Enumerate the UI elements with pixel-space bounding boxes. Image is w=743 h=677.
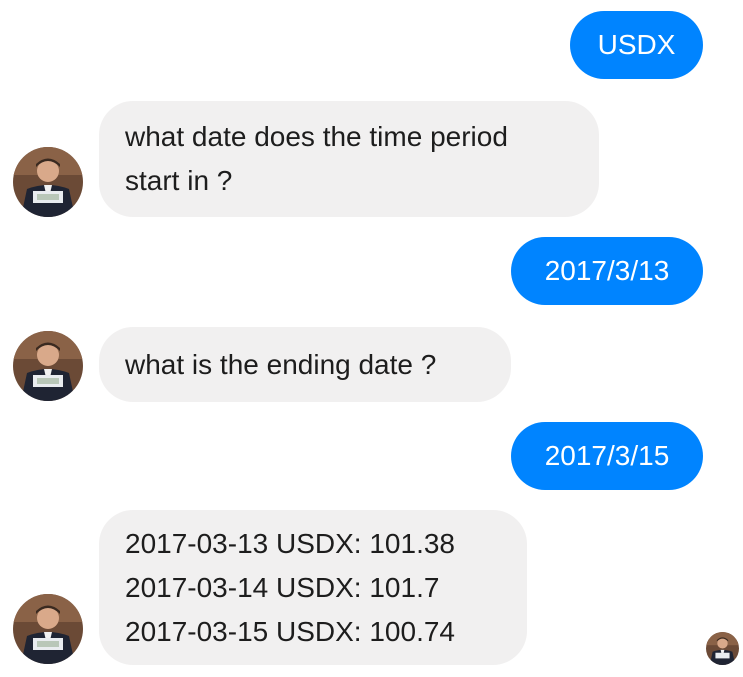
bot-avatar-icon[interactable]	[13, 147, 83, 217]
message-text: USDX	[597, 29, 676, 60]
bot-avatar-icon[interactable]	[13, 594, 83, 664]
message-text: 2017/3/15	[544, 440, 670, 471]
outgoing-message-bubble[interactable]: USDX	[570, 11, 703, 79]
message-line: 2017-03-15 USDX: 100.74	[125, 616, 455, 647]
incoming-message-bubble[interactable]: 2017-03-13 USDX: 101.38 2017-03-14 USDX:…	[99, 510, 527, 665]
message-line: what is the ending date ?	[125, 349, 437, 380]
outgoing-message-bubble[interactable]: 2017/3/13	[511, 237, 703, 305]
message-line: start in ?	[125, 165, 233, 196]
message-line: 2017-03-14 USDX: 101.7	[125, 572, 440, 603]
incoming-message-bubble[interactable]: what is the ending date ?	[99, 327, 511, 402]
incoming-message-bubble[interactable]: what date does the time period start in …	[99, 101, 599, 217]
message-line: 2017-03-13 USDX: 101.38	[125, 528, 455, 559]
message-line: what date does the time period	[125, 121, 508, 152]
message-text: 2017/3/13	[544, 255, 670, 286]
read-receipt-icon	[706, 632, 739, 665]
bot-avatar-icon[interactable]	[13, 331, 83, 401]
outgoing-message-bubble[interactable]: 2017/3/15	[511, 422, 703, 490]
